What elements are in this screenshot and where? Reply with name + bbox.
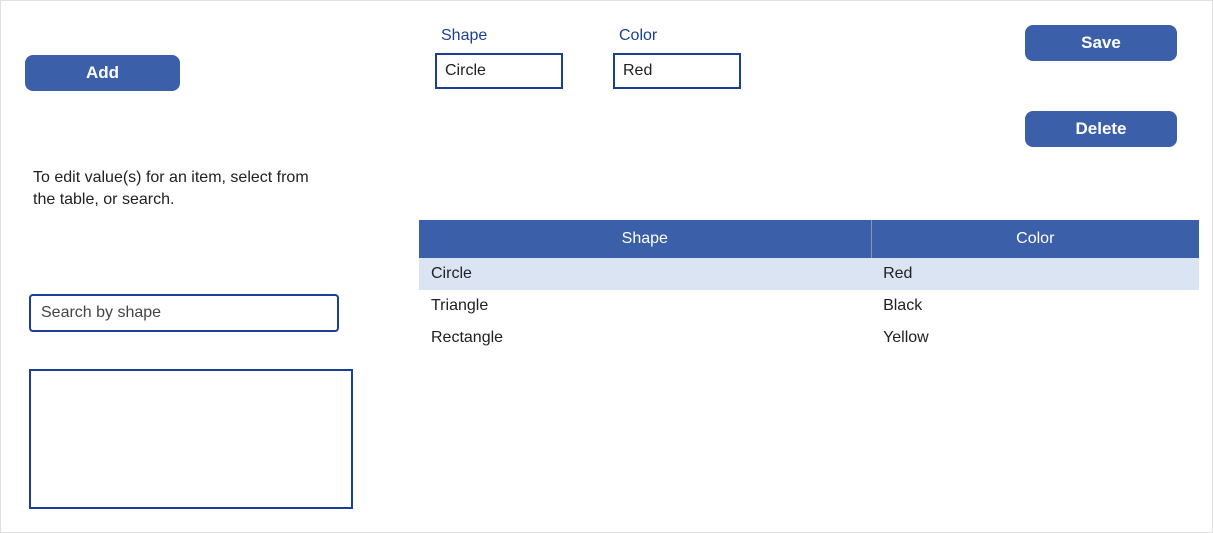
- table-header-row: Shape Color: [419, 220, 1199, 258]
- table-header-color: Color: [871, 220, 1199, 258]
- table-row[interactable]: CircleRed: [419, 258, 1199, 290]
- table-row[interactable]: RectangleYellow: [419, 322, 1199, 354]
- shape-input[interactable]: [435, 53, 563, 89]
- shapes-table: Shape Color CircleRedTriangleBlackRectan…: [419, 220, 1199, 354]
- delete-button[interactable]: Delete: [1025, 111, 1177, 147]
- cell-color: Red: [871, 258, 1199, 290]
- cell-color: Yellow: [871, 322, 1199, 354]
- cell-shape: Rectangle: [419, 322, 871, 354]
- save-button[interactable]: Save: [1025, 25, 1177, 61]
- cell-color: Black: [871, 290, 1199, 322]
- cell-shape: Circle: [419, 258, 871, 290]
- color-input[interactable]: [613, 53, 741, 89]
- shape-label: Shape: [441, 27, 487, 45]
- add-button[interactable]: Add: [25, 55, 180, 91]
- instruction-text: To edit value(s) for an item, select fro…: [33, 167, 333, 212]
- table-row[interactable]: TriangleBlack: [419, 290, 1199, 322]
- color-label: Color: [619, 27, 657, 45]
- search-results-listbox[interactable]: [29, 369, 353, 509]
- table-header-shape: Shape: [419, 220, 871, 258]
- search-input[interactable]: [29, 294, 339, 332]
- cell-shape: Triangle: [419, 290, 871, 322]
